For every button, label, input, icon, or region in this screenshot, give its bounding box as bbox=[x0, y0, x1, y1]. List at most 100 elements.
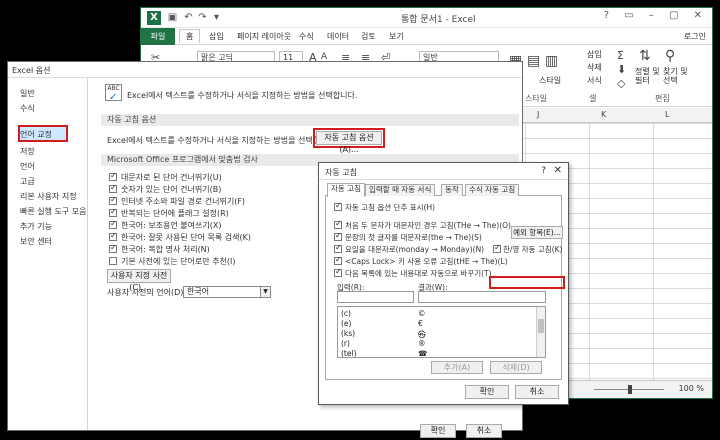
login-link[interactable]: 로그인 bbox=[684, 31, 706, 42]
list-item[interactable]: (tel) ☎ bbox=[338, 349, 538, 357]
tab-file[interactable]: 파일 bbox=[141, 28, 175, 45]
fill-icon[interactable]: ⬇ bbox=[617, 63, 626, 76]
tab-home[interactable]: 홈 bbox=[179, 29, 201, 43]
add-button[interactable]: 추가(A) bbox=[431, 361, 483, 374]
options-nav: 일반 수식 언어 교정 저장 언어 고급 리본 사용자 지정 빠른 실행 도구 … bbox=[8, 78, 88, 430]
check-show-buttons[interactable] bbox=[334, 201, 342, 211]
check-korean-misused[interactable] bbox=[109, 231, 117, 241]
nav-item-proofing[interactable]: 언어 교정 bbox=[20, 129, 52, 140]
check-show-buttons-label: 자동 고침 옵션 단추 표시(H) bbox=[345, 203, 436, 212]
dict-language-select[interactable]: 한국어 ▼ bbox=[183, 286, 271, 298]
list-item[interactable]: (c) © bbox=[338, 309, 538, 319]
replacement-list[interactable]: (c) © (e) € (ks) ㉿ (r) ® (tel) ☎ bbox=[337, 306, 546, 358]
cell-style-icon[interactable]: ▥ bbox=[545, 53, 558, 69]
checkmark-icon: ✓ bbox=[109, 92, 118, 103]
nav-item-formulas[interactable]: 수식 bbox=[20, 103, 35, 114]
window-controls[interactable]: ? ▭ – ▢ ✕ bbox=[604, 10, 708, 21]
check-two-initial-caps[interactable] bbox=[334, 219, 342, 229]
with-input[interactable] bbox=[418, 291, 546, 303]
exceptions-button[interactable]: 예외 항목(E)... bbox=[511, 226, 563, 239]
nav-item-addins[interactable]: 추가 기능 bbox=[20, 221, 52, 232]
tab-math-autocorrect[interactable]: 수식 자동 고침 bbox=[465, 184, 520, 196]
save-icon[interactable]: ▣ bbox=[167, 12, 178, 23]
check-capitalize-days-label: 요일을 대문자로(monday → Monday)(N) bbox=[345, 245, 485, 254]
table-format-icon[interactable]: ▤ bbox=[527, 53, 540, 69]
tab-page-layout[interactable]: 페이지 레이아웃 bbox=[237, 31, 291, 42]
clear-icon[interactable]: ◇ bbox=[617, 77, 625, 90]
autocorrect-panel: 자동 고침 옵션 단추 표시(H) 처음 두 문자가 대문자인 경우 고침(TH… bbox=[325, 196, 565, 380]
check-korean-compound[interactable] bbox=[109, 243, 117, 253]
check-capitalize-days[interactable] bbox=[334, 243, 342, 253]
nav-item-save[interactable]: 저장 bbox=[20, 146, 35, 157]
zoom-level[interactable]: 100 % bbox=[679, 384, 704, 393]
list-item[interactable]: (e) € bbox=[338, 319, 538, 329]
dict-language-value: 한국어 bbox=[187, 287, 210, 296]
custom-dictionaries-button[interactable]: 사용자 지정 사전(C)... bbox=[107, 269, 171, 292]
autosum-icon[interactable]: Σ bbox=[617, 49, 624, 62]
tab-review[interactable]: 검토 bbox=[361, 31, 376, 42]
column-header-k[interactable]: K bbox=[601, 110, 606, 119]
list-scrollbar[interactable] bbox=[536, 307, 545, 357]
check-flag-repeated-label: 반복되는 단어에 플래그 설정(R) bbox=[121, 209, 229, 218]
autocorrect-description: Excel에서 텍스트를 수정하거나 서식을 지정하는 방법을 선택합니다. bbox=[107, 136, 338, 145]
options-ok-button[interactable]: 확인 bbox=[420, 424, 456, 438]
cells-group-label: 셀 bbox=[589, 94, 597, 103]
autocorrect-title: 자동 고침 bbox=[325, 168, 357, 177]
undo-icon[interactable]: ↶ bbox=[183, 12, 194, 23]
tab-actions[interactable]: 동작 bbox=[441, 184, 463, 196]
list-item[interactable]: (r) ® bbox=[338, 339, 538, 349]
close-icon[interactable]: ✕ bbox=[554, 165, 562, 176]
replace-input[interactable] bbox=[337, 291, 414, 303]
check-caps-lock-label: <Caps Lock> 키 사용 오류 고침(tHE → The)(L) bbox=[345, 257, 508, 266]
nav-item-trust-center[interactable]: 보안 센터 bbox=[20, 236, 52, 247]
check-hanyoung[interactable] bbox=[493, 243, 501, 253]
check-replace-text[interactable] bbox=[334, 267, 342, 277]
section-autocorrect: 자동 고침 옵션 bbox=[101, 114, 519, 126]
column-header-j[interactable]: J bbox=[537, 110, 539, 119]
sort-filter-icon[interactable]: ⇅ bbox=[639, 48, 651, 64]
autocorrect-options-button[interactable]: 자동 고침 옵션(A)... bbox=[316, 131, 382, 154]
nav-item-language[interactable]: 언어 bbox=[20, 161, 35, 172]
insert-cells-button[interactable]: 삽입 bbox=[587, 49, 602, 60]
autocorrect-ok-button[interactable]: 확인 bbox=[465, 385, 509, 399]
tab-autoformat[interactable]: 입력할 때 자동 서식 bbox=[365, 184, 436, 196]
check-caps-lock[interactable] bbox=[334, 255, 342, 265]
ribbon-tabs: 파일 홈 삽입 페이지 레이아웃 수식 데이터 검토 보기 로그인 bbox=[141, 28, 712, 45]
list-item[interactable]: (ks) ㉿ bbox=[338, 329, 538, 339]
autocorrect-cancel-button[interactable]: 취소 bbox=[515, 385, 559, 399]
zoom-slider-thumb[interactable] bbox=[628, 385, 632, 394]
check-ignore-numbers[interactable] bbox=[109, 183, 117, 193]
qat-dropdown-icon[interactable]: ▾ bbox=[211, 12, 222, 23]
sort-filter-label[interactable]: 정렬 및 필터 bbox=[635, 67, 661, 85]
options-title: Excel 옵션 bbox=[12, 66, 51, 75]
nav-item-advanced[interactable]: 고급 bbox=[20, 176, 35, 187]
nav-item-customize-ribbon[interactable]: 리본 사용자 지정 bbox=[20, 191, 77, 202]
find-select-label[interactable]: 찾기 및 선택 bbox=[663, 67, 689, 85]
nav-item-general[interactable]: 일반 bbox=[20, 88, 35, 99]
tab-formulas[interactable]: 수식 bbox=[299, 31, 314, 42]
tab-insert[interactable]: 삽입 bbox=[209, 31, 224, 42]
format-cells-button[interactable]: 서식 bbox=[587, 75, 602, 86]
check-capitalize-sentence[interactable] bbox=[334, 231, 342, 241]
check-flag-repeated[interactable] bbox=[109, 207, 117, 217]
check-ignore-internet-label: 인터넷 주소와 파일 경로 건너뛰기(F) bbox=[121, 197, 246, 206]
column-header-l[interactable]: L bbox=[665, 110, 669, 119]
options-cancel-button[interactable]: 취소 bbox=[466, 424, 502, 438]
redo-icon[interactable]: ↷ bbox=[197, 12, 208, 23]
tab-autocorrect[interactable]: 자동 고침 bbox=[327, 183, 365, 197]
check-main-dict-only[interactable] bbox=[109, 257, 117, 265]
delete-cells-button[interactable]: 삭제 bbox=[587, 62, 602, 73]
find-select-icon[interactable]: ⚲ bbox=[665, 48, 675, 64]
check-ignore-uppercase[interactable] bbox=[109, 171, 117, 181]
style-button-label[interactable]: 스타일 bbox=[539, 75, 561, 86]
help-icon[interactable]: ? bbox=[541, 166, 546, 176]
check-korean-auxiliary[interactable] bbox=[109, 219, 117, 229]
scrollbar-thumb[interactable] bbox=[538, 319, 544, 333]
chevron-down-icon[interactable]: ▼ bbox=[260, 287, 270, 297]
delete-button[interactable]: 삭제(D) bbox=[490, 361, 542, 374]
tab-data[interactable]: 데이터 bbox=[327, 31, 349, 42]
check-replace-text-label: 다음 목록에 있는 내용대로 자동으로 바꾸기(T) bbox=[345, 269, 492, 278]
check-ignore-internet[interactable] bbox=[109, 195, 117, 205]
nav-item-quick-access[interactable]: 빠른 실행 도구 모음 bbox=[20, 206, 87, 217]
tab-view[interactable]: 보기 bbox=[389, 31, 404, 42]
